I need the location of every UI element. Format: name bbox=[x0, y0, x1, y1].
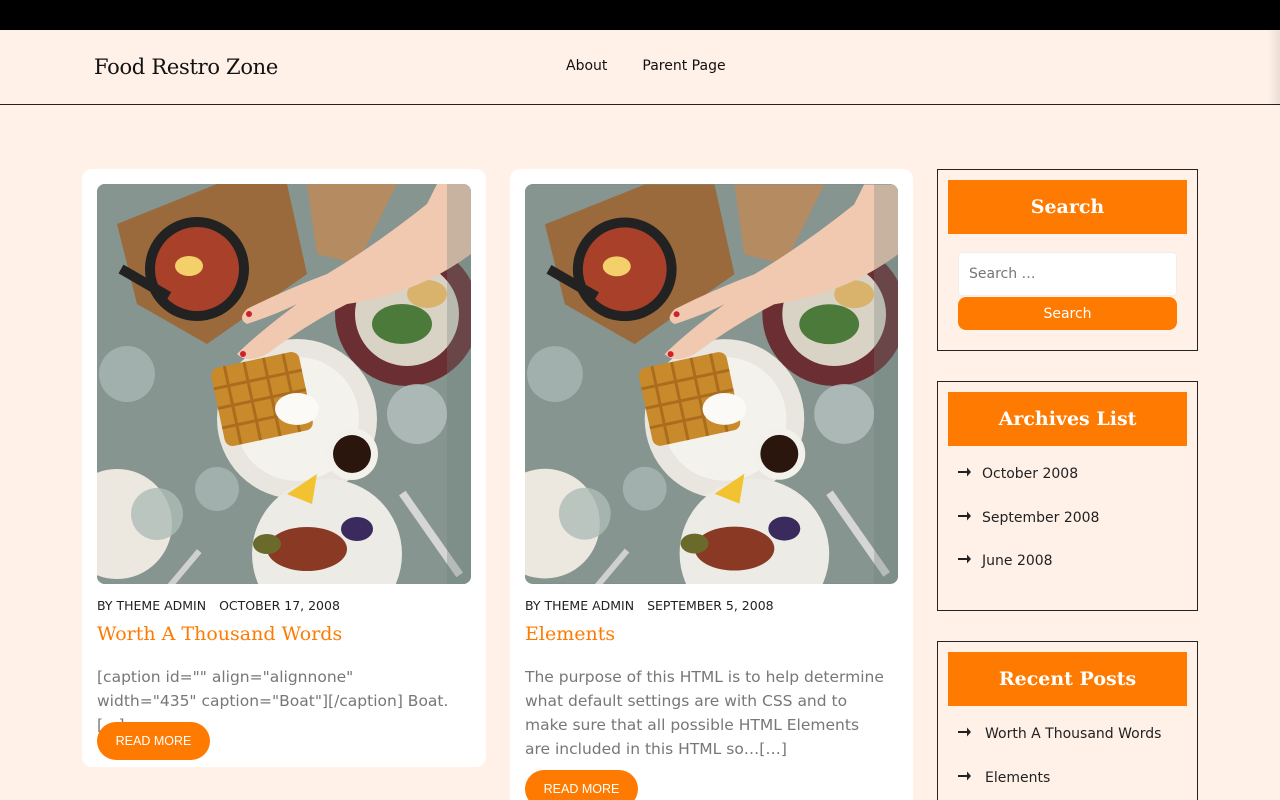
read-more-button[interactable]: READ MORE bbox=[97, 722, 210, 760]
post-meta: BY THEME ADMIN SEPTEMBER 5, 2008 bbox=[525, 598, 783, 613]
post-date[interactable]: OCTOBER 17, 2008 bbox=[219, 598, 340, 613]
recent-post-link[interactable]: Elements bbox=[985, 770, 1050, 786]
archives-widget: Archives List October 2008 September 200… bbox=[937, 381, 1198, 611]
post-title[interactable]: Elements bbox=[525, 623, 615, 645]
archives-list: October 2008 September 2008 June 2008 bbox=[958, 466, 1099, 597]
post-meta: BY THEME ADMIN OCTOBER 17, 2008 bbox=[97, 598, 349, 613]
widget-title: Archives List bbox=[948, 392, 1187, 446]
list-item[interactable]: Worth A Thousand Words bbox=[958, 726, 1161, 770]
archive-link[interactable]: September 2008 bbox=[982, 510, 1099, 526]
post-excerpt: The purpose of this HTML is to help dete… bbox=[525, 668, 884, 758]
read-more-button[interactable]: READ MORE bbox=[525, 770, 638, 800]
food-table-photo-icon bbox=[525, 184, 898, 584]
arrow-right-icon bbox=[958, 511, 971, 520]
food-table-photo-icon bbox=[97, 184, 471, 584]
main-nav: About Parent Page bbox=[566, 58, 761, 74]
list-item[interactable]: October 2008 bbox=[958, 466, 1099, 510]
list-item[interactable]: September 2008 bbox=[958, 510, 1099, 554]
post-author[interactable]: BY THEME ADMIN bbox=[525, 598, 634, 613]
post-card: BY THEME ADMIN OCTOBER 17, 2008 Worth A … bbox=[82, 169, 486, 767]
post-thumbnail[interactable] bbox=[97, 184, 471, 584]
search-widget: Search Search bbox=[937, 169, 1198, 351]
widget-title: Search bbox=[948, 180, 1187, 234]
post-author[interactable]: BY THEME ADMIN bbox=[97, 598, 206, 613]
site-title[interactable]: Food Restro Zone bbox=[94, 55, 278, 79]
list-item[interactable]: Elements bbox=[958, 770, 1161, 800]
list-item[interactable]: June 2008 bbox=[958, 553, 1099, 597]
header-edge-shadow bbox=[1268, 30, 1280, 105]
archive-link[interactable]: June 2008 bbox=[982, 553, 1053, 569]
post-card: BY THEME ADMIN SEPTEMBER 5, 2008 Element… bbox=[510, 169, 913, 800]
site-header: Food Restro Zone About Parent Page bbox=[0, 30, 1280, 105]
arrow-right-icon bbox=[958, 467, 971, 477]
archive-link[interactable]: October 2008 bbox=[982, 466, 1078, 482]
nav-item-parent-page[interactable]: Parent Page bbox=[642, 58, 725, 74]
arrow-right-icon bbox=[958, 727, 971, 737]
arrow-right-icon bbox=[958, 771, 971, 780]
nav-item-about[interactable]: About bbox=[566, 58, 607, 74]
search-input[interactable] bbox=[958, 252, 1177, 296]
recent-posts-list: Worth A Thousand Words Elements bbox=[958, 726, 1161, 800]
search-button[interactable]: Search bbox=[958, 297, 1177, 330]
top-bar bbox=[0, 0, 1280, 30]
post-date[interactable]: SEPTEMBER 5, 2008 bbox=[647, 598, 774, 613]
widget-title: Recent Posts bbox=[948, 652, 1187, 706]
recent-post-link[interactable]: Worth A Thousand Words bbox=[985, 726, 1161, 742]
post-title[interactable]: Worth A Thousand Words bbox=[97, 623, 342, 645]
post-thumbnail[interactable] bbox=[525, 184, 898, 584]
recent-posts-widget: Recent Posts Worth A Thousand Words Elem… bbox=[937, 641, 1198, 800]
arrow-right-icon bbox=[958, 554, 971, 564]
